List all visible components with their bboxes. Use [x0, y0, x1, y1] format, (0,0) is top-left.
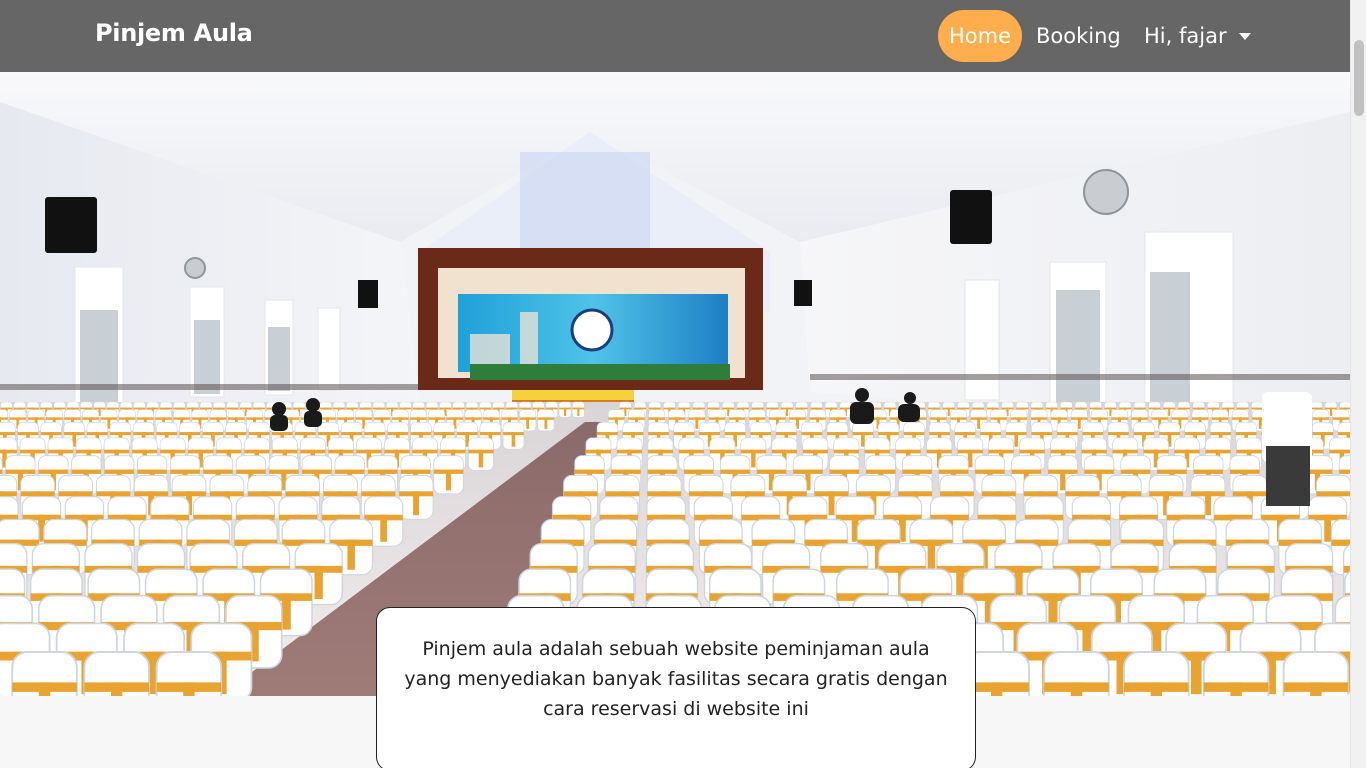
auditorium-hall-photo [0, 72, 1350, 696]
chair-sash-tail [977, 417, 981, 429]
chair-sash-tail [445, 469, 452, 491]
hero-caption-text: Pinjem aula adalah sebuah website peminj… [404, 638, 948, 720]
chair-sash-tail [347, 539, 355, 570]
chair-sash-tail [511, 432, 516, 447]
page: Pinjem Aula Home Booking Hi, fajar Pinje… [0, 0, 1366, 768]
nav-home-link[interactable]: Home [938, 10, 1022, 62]
chair-sash-tail [1014, 432, 1019, 447]
chair-sash-tail [861, 432, 865, 447]
chair-sash-tail [1230, 682, 1242, 696]
chair-sash-tail [577, 407, 580, 416]
chair-sash-tail [927, 539, 936, 570]
chair-sash-tail [1077, 417, 1081, 429]
user-menu-toggle[interactable]: Hi, fajar [1144, 10, 1251, 62]
user-greeting: Hi, fajar [1144, 24, 1227, 48]
chair-sash-tail [751, 449, 756, 468]
scrollbar-thumb[interactable] [1354, 40, 1364, 116]
chair-sash-tail [281, 593, 291, 630]
chair-sash [0, 432, 16, 436]
chair-sash [1339, 469, 1350, 474]
chair-sash-tail [828, 491, 835, 516]
hero-caption-card: Pinjem aula adalah sebuah website peminj… [376, 607, 976, 768]
chair-sash-tail [991, 682, 1003, 696]
vertical-scrollbar[interactable] [1350, 0, 1366, 768]
chair-sash-tail [1150, 682, 1162, 696]
hero-image [0, 72, 1350, 696]
chair-sash-tail [1310, 682, 1322, 696]
chair-sash-tail [413, 491, 420, 516]
chair-sash [0, 469, 3, 474]
chair-sash-tail [1070, 682, 1083, 696]
chair-sash-tail [111, 682, 123, 696]
brand-logo[interactable]: Pinjem Aula [95, 19, 253, 47]
chair-sash-tail [1190, 651, 1202, 695]
nav-booking-link[interactable]: Booking [1036, 10, 1121, 62]
chair-sash-tail [526, 417, 530, 429]
chair-sash-tail [380, 514, 387, 542]
chair-sash-tail [786, 407, 789, 416]
chair-sash-tail [478, 449, 484, 468]
chair-sash-tail [38, 682, 51, 696]
chair-sash-tail [544, 417, 548, 429]
chair-sash [0, 417, 8, 420]
chair-sash-tail [183, 682, 195, 696]
chair-sash-tail [1060, 469, 1066, 491]
navbar: Pinjem Aula Home Booking Hi, fajar [0, 0, 1350, 72]
chair-sash-tail [1324, 514, 1331, 542]
chair-sash-tail [564, 407, 567, 416]
chair-sash-tail [1204, 491, 1211, 516]
chair-sash-tail [1168, 407, 1171, 416]
chair-sash-tail [314, 565, 323, 600]
chevron-down-icon [1238, 32, 1251, 40]
chair-sash-tail [695, 417, 699, 429]
chair-sash-tail [947, 407, 950, 416]
chair-sash [1331, 539, 1350, 546]
chair-sash-tail [1329, 407, 1332, 416]
